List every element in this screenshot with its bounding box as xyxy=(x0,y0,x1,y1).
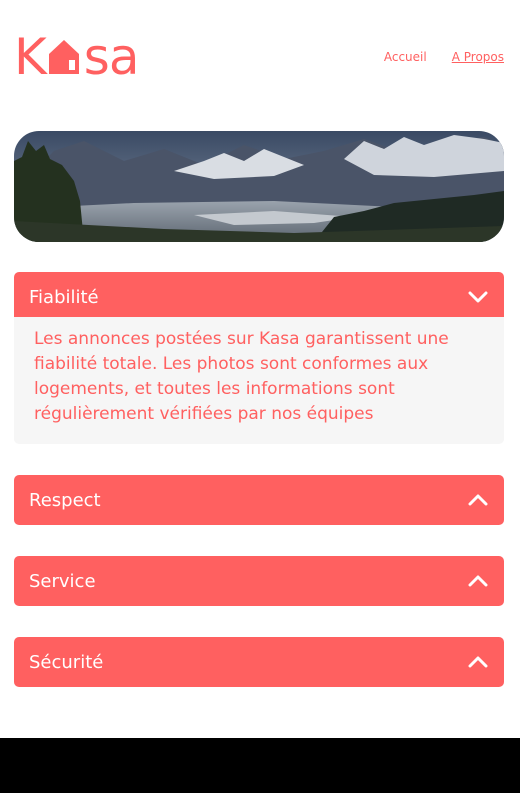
nav-link-accueil[interactable]: Accueil xyxy=(384,50,427,64)
collapse-text: Les annonces postées sur Kasa garantisse… xyxy=(34,329,449,424)
collapse-header-securite[interactable]: Sécurité xyxy=(14,637,504,687)
house-icon xyxy=(48,40,79,74)
main-nav: Accueil A Propos xyxy=(384,50,504,64)
collapse-title: Sécurité xyxy=(29,651,104,673)
site-header: K sa Accueil A Propos xyxy=(0,0,520,110)
collapse-content-fiabilite: Les annonces postées sur Kasa garantisse… xyxy=(14,317,504,444)
logo-letter-k: K xyxy=(14,28,47,86)
chevron-up-icon[interactable] xyxy=(468,574,488,588)
mountain-landscape-picture xyxy=(14,131,504,242)
collapse-header-respect[interactable]: Respect xyxy=(14,475,504,525)
chevron-up-icon[interactable] xyxy=(468,655,488,669)
logo-letters-sa: sa xyxy=(83,28,140,86)
collapse-title: Service xyxy=(29,570,96,592)
site-footer xyxy=(0,738,520,793)
collapse-header-fiabilite[interactable]: Fiabilité xyxy=(14,272,504,322)
collapse-title: Fiabilité xyxy=(29,286,99,308)
collapse-title: Respect xyxy=(29,489,101,511)
nav-link-a-propos[interactable]: A Propos xyxy=(452,50,504,64)
chevron-down-icon[interactable] xyxy=(468,290,488,304)
chevron-up-icon[interactable] xyxy=(468,493,488,507)
about-banner-image xyxy=(14,131,504,242)
kasa-logo[interactable]: K sa xyxy=(14,32,139,82)
collapse-header-service[interactable]: Service xyxy=(14,556,504,606)
